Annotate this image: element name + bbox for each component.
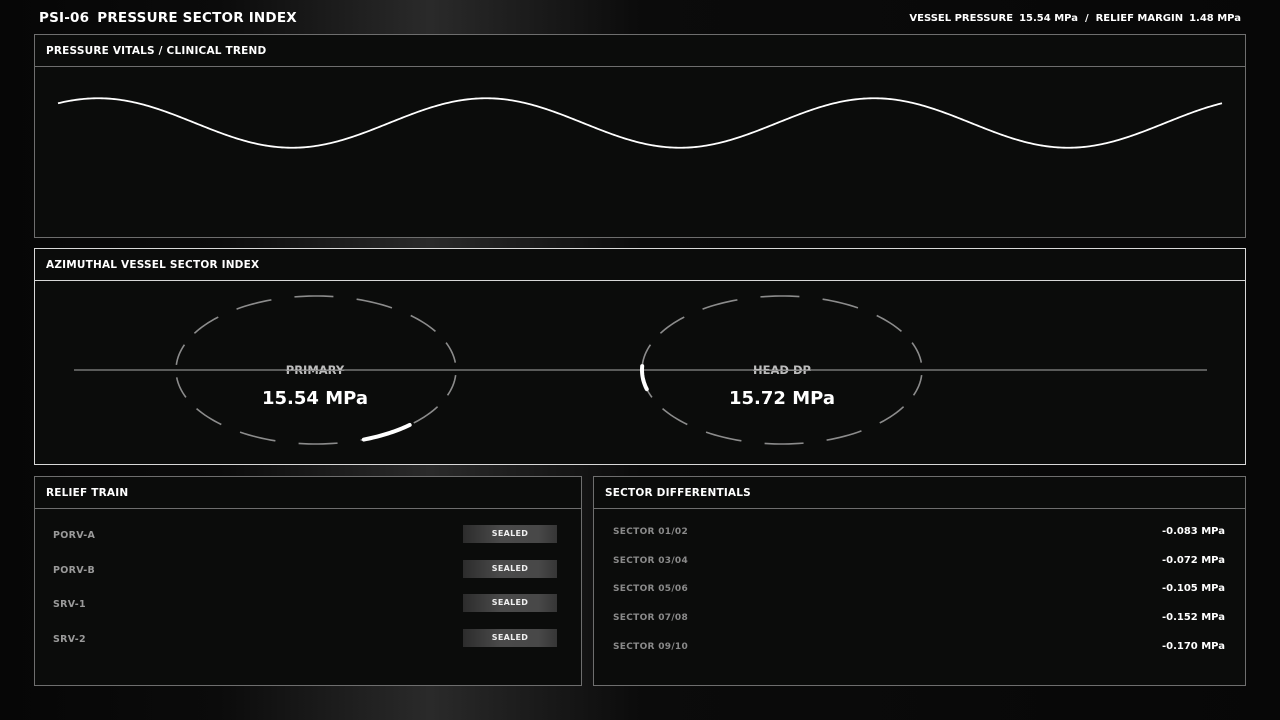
diff-sector-value: -0.072 MPa	[1161, 555, 1225, 566]
top-bar: PSI-06 PRESSURE SECTOR INDEX VESSEL PRESS…	[0, 0, 1280, 36]
vessel-pressure-label: VESSEL PRESSURE	[909, 13, 1014, 24]
gauge-ring-segment	[413, 406, 439, 424]
gauge-ring-segment	[705, 431, 742, 442]
gauge-ring-segment	[175, 377, 187, 398]
diff-row-03-04: SECTOR 03/04 -0.072 MPa	[594, 552, 1245, 572]
gauge-ring-segment	[294, 295, 334, 298]
gauge-ring-segment	[822, 298, 859, 309]
diff-row-05-06: SECTOR 05/06 -0.105 MPa	[594, 580, 1245, 600]
gauge-ring-segment	[641, 344, 652, 365]
gauge-ring-segment	[175, 344, 186, 365]
gauge-ring-segment	[193, 316, 219, 334]
relief-row-porv-b: PORV-B SEALED	[35, 560, 581, 584]
gauge-ring-segment	[356, 298, 393, 309]
relief-margin-label: RELIEF MARGIN	[1095, 13, 1184, 24]
gauge-ring-segment	[912, 375, 923, 396]
trend-panel-header: PRESSURE VITALS / CLINICAL TREND	[35, 35, 1245, 67]
diff-sector-name: SECTOR 07/08	[613, 613, 689, 623]
gauge-ring-segment	[764, 442, 804, 445]
relief-item-name: SRV-2	[53, 634, 86, 645]
gauge-ring-segment	[911, 342, 923, 363]
gauge-ring-segment	[702, 299, 738, 310]
gauge-ring-segment	[659, 316, 685, 334]
gauge-head-dp-value: 15.72 MPa	[729, 388, 835, 409]
status-badge: SEALED	[463, 594, 557, 612]
gauge-ring-segment	[876, 314, 902, 333]
app-code: PSI-06	[39, 10, 90, 26]
relief-train-panel: RELIEF TRAIN PORV-A SEALED PORV-B SEALED…	[34, 476, 582, 686]
gauge-head-dp-label: HEAD DP	[753, 363, 811, 377]
status-badge: SEALED	[463, 629, 557, 647]
diff-panel-title: SECTOR DIFFERENTIALS	[605, 487, 751, 499]
vessel-pressure-value: 15.54 MPa	[1019, 13, 1078, 24]
relief-panel-title: RELIEF TRAIN	[46, 487, 129, 499]
gauge-primary-label: PRIMARY	[285, 363, 345, 377]
diff-sector-value: -0.152 MPa	[1161, 612, 1225, 623]
sector-index-panel: AZIMUTHAL VESSEL SECTOR INDEX PRIMARY 15…	[34, 248, 1246, 465]
relief-panel-header: RELIEF TRAIN	[35, 477, 581, 509]
diff-sector-value: -0.105 MPa	[1161, 583, 1225, 594]
gauge-ring-segment	[410, 314, 436, 333]
relief-row-porv-a: PORV-A SEALED	[35, 525, 581, 549]
app-title-text: PRESSURE SECTOR INDEX	[97, 10, 297, 26]
gauge-ring-segment	[662, 407, 688, 426]
trend-chart	[57, 97, 1223, 149]
diff-sector-value: -0.170 MPa	[1161, 641, 1225, 652]
gauge-indicator-arc	[361, 422, 412, 442]
sector-panel-title: AZIMUTHAL VESSEL SECTOR INDEX	[46, 259, 260, 271]
relief-row-srv-2: SRV-2 SEALED	[35, 629, 581, 653]
trend-panel-title: PRESSURE VITALS / CLINICAL TREND	[46, 45, 267, 57]
sector-differentials-panel: SECTOR DIFFERENTIALS SECTOR 01/02 -0.083…	[593, 476, 1246, 686]
readout-separator: /	[1084, 13, 1089, 24]
gauge-ring-segment	[298, 442, 338, 445]
gauge-primary-value: 15.54 MPa	[262, 388, 368, 409]
diff-row-01-02: SECTOR 01/02 -0.083 MPa	[594, 523, 1245, 543]
status-readout: VESSEL PRESSURE 15.54 MPa / RELIEF MARGIN 1.…	[909, 13, 1241, 24]
status-badge: SEALED	[463, 560, 557, 578]
diff-sector-name: SECTOR 09/10	[613, 642, 689, 652]
page-title: PSI-06 PRESSURE SECTOR INDEX	[39, 10, 297, 26]
sector-panel-header: AZIMUTHAL VESSEL SECTOR INDEX	[35, 249, 1245, 281]
status-badge: SEALED	[463, 525, 557, 543]
gauge-ring-segment	[196, 407, 222, 426]
trend-line	[57, 97, 1223, 149]
relief-item-name: SRV-1	[53, 599, 86, 610]
diff-sector-name: SECTOR 01/02	[613, 527, 689, 537]
gauge-ring-segment	[445, 342, 457, 363]
gauge-ring-segment	[446, 375, 457, 396]
gauge-ring-segment	[826, 430, 862, 441]
diff-panel-header: SECTOR DIFFERENTIALS	[594, 477, 1245, 509]
gauge-ring-segment	[239, 431, 276, 442]
relief-margin-value: 1.48 MPa	[1189, 13, 1241, 24]
gauge-ring-segment	[236, 299, 272, 310]
diff-sector-name: SECTOR 05/06	[613, 584, 689, 594]
trend-panel: PRESSURE VITALS / CLINICAL TREND	[34, 34, 1246, 238]
diff-sector-value: -0.083 MPa	[1161, 526, 1225, 537]
gauge-ring-segment	[879, 406, 905, 424]
diff-row-09-10: SECTOR 09/10 -0.170 MPa	[594, 638, 1245, 658]
relief-item-name: PORV-A	[53, 530, 96, 541]
diff-row-07-08: SECTOR 07/08 -0.152 MPa	[594, 609, 1245, 629]
relief-row-srv-1: SRV-1 SEALED	[35, 594, 581, 618]
gauge-ring-segment	[760, 295, 800, 298]
diff-sector-name: SECTOR 03/04	[613, 556, 689, 566]
relief-item-name: PORV-B	[53, 565, 95, 576]
